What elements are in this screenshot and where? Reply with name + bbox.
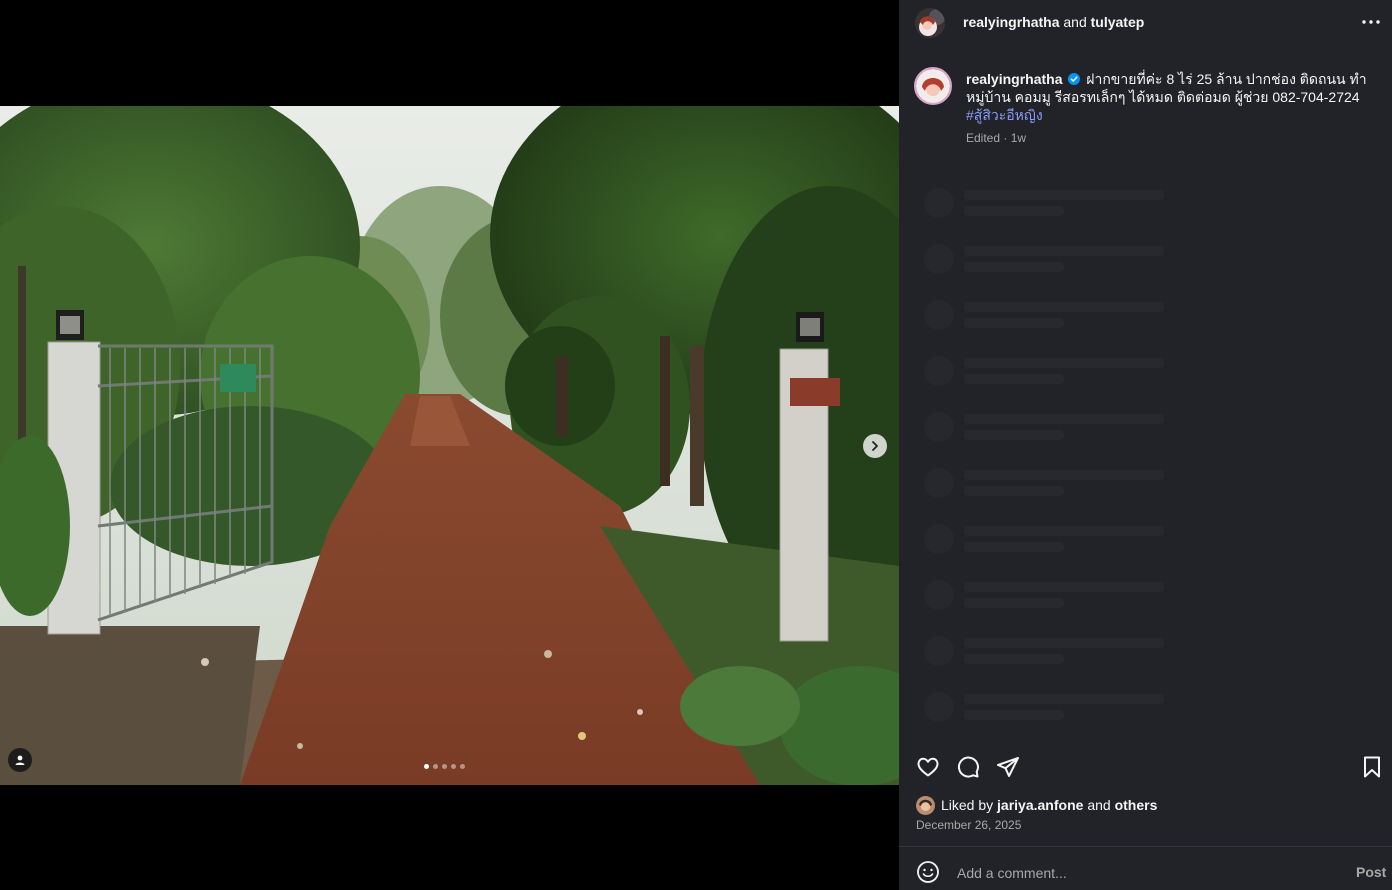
- carousel-dot: [433, 764, 438, 769]
- likes-and: and: [1087, 797, 1111, 813]
- carousel-indicator: [424, 764, 465, 769]
- post-media: [0, 0, 899, 890]
- comment-button[interactable]: [955, 754, 981, 780]
- liker-avatar-image: [916, 795, 935, 815]
- comment-composer: Post: [899, 847, 1392, 890]
- tagged-users-button[interactable]: [8, 748, 32, 772]
- heart-icon: [917, 757, 939, 777]
- comment-icon: [957, 756, 979, 778]
- photo-rural-gate-road: [0, 106, 899, 785]
- carousel-dot: [442, 764, 447, 769]
- author-username[interactable]: realyingrhatha: [963, 14, 1059, 30]
- bookmark-icon: [1364, 756, 1380, 778]
- post-header: realyingrhatha and tulyatep: [899, 0, 1392, 44]
- post-authors: realyingrhatha and tulyatep: [963, 14, 1144, 30]
- like-button[interactable]: [915, 754, 941, 780]
- chevron-right-icon: [872, 441, 878, 451]
- likes-prefix: Liked by: [941, 797, 994, 813]
- caption-avatar[interactable]: [914, 67, 952, 105]
- liker-username[interactable]: jariya.anfone: [997, 797, 1083, 813]
- share-button[interactable]: [995, 754, 1021, 780]
- author-avatar-image: [916, 69, 950, 103]
- coauthor-username[interactable]: tulyatep: [1091, 14, 1145, 30]
- likes-text: Liked by jariya.anfone and others: [941, 797, 1157, 813]
- avatar[interactable]: [915, 8, 945, 38]
- next-image-button[interactable]: [863, 434, 887, 458]
- carousel-dot: [451, 764, 456, 769]
- carousel-dot: [460, 764, 465, 769]
- emoji-icon: [917, 861, 939, 883]
- carousel-dot: [424, 764, 429, 769]
- more-options-button[interactable]: [1361, 12, 1381, 32]
- authors-and: and: [1063, 14, 1087, 30]
- post-actions: [899, 751, 1392, 781]
- likes-others-link[interactable]: others: [1115, 797, 1158, 813]
- comment-input[interactable]: [955, 860, 1329, 886]
- more-horizontal-icon: [1362, 20, 1380, 24]
- verified-badge-icon: [1068, 73, 1081, 85]
- liker-avatar[interactable]: [916, 795, 935, 815]
- save-button[interactable]: [1359, 754, 1385, 780]
- caption-hashtag[interactable]: #สู้สิวะอีหญิง: [966, 107, 1043, 123]
- collab-avatar-image: [915, 8, 945, 38]
- person-tag-icon: [15, 755, 25, 765]
- post-comment-button[interactable]: Post: [1356, 864, 1386, 880]
- emoji-button[interactable]: [916, 860, 940, 884]
- share-icon: [997, 757, 1019, 777]
- caption-meta: Edited · 1w: [966, 131, 1027, 145]
- post-caption: realyingrhatha ฝากขายที่ค่ะ 8 ไร่ 25 ล้า…: [966, 70, 1371, 124]
- post-date[interactable]: December 26, 2025: [916, 818, 1021, 832]
- post-side-panel: realyingrhatha and tulyatep realyingrhat…: [899, 0, 1392, 890]
- likes-summary: Liked by jariya.anfone and others: [916, 795, 1157, 815]
- post-photo[interactable]: [0, 106, 899, 785]
- caption-username[interactable]: realyingrhatha: [966, 71, 1062, 87]
